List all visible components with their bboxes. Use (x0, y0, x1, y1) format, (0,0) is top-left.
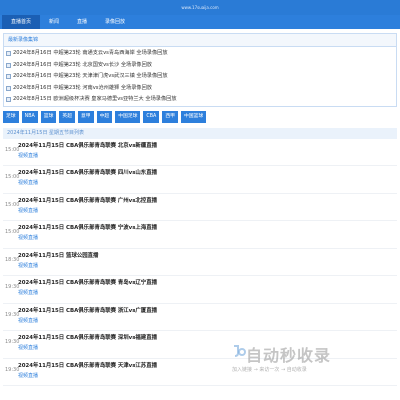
video-icon (6, 85, 11, 91)
list-item[interactable]: 2024年8月16日 中超第23轮 南通支云vs青岛西海岸 全场录像回放 (6, 48, 396, 60)
tag-serie-a[interactable]: 意甲 (78, 111, 94, 123)
table-row: 15:00 2024年11月15日 CBA俱乐部青岛联赛 宁波vs上海直播 视频… (3, 221, 397, 249)
recent-replays-title: 最新录像集锦 (4, 34, 396, 47)
video-live-link[interactable]: 视频直播 (18, 152, 38, 159)
table-row: 19:30 2024年11月15日 CBA俱乐部青岛联赛 天津vs江苏直播 视频… (3, 359, 397, 386)
match-title[interactable]: 2024年11月15日 CBA俱乐部青岛联赛 深圳vs福建直播 (18, 333, 157, 341)
schedule-list: 15:00 2024年11月15日 CBA俱乐部青岛联赛 北京vs新疆直播 视频… (3, 139, 397, 386)
video-icon (6, 62, 11, 68)
match-title[interactable]: 2024年11月15日 CBA俱乐部青岛联赛 宁波vs上海直播 (18, 223, 157, 231)
tag-football[interactable]: 足球 (3, 111, 19, 123)
tag-china-football[interactable]: 中国足球 (115, 111, 141, 123)
match-title[interactable]: 2024年11月15日 CBA俱乐部青岛联赛 四川vs山东直播 (18, 168, 157, 176)
tag-basketball[interactable]: 篮球 (40, 111, 57, 123)
match-title[interactable]: 2024年11月15日 CBA俱乐部青岛联赛 广州vs北控直播 (18, 196, 157, 204)
video-icon (6, 51, 11, 57)
tag-csl[interactable]: 中超 (96, 111, 113, 123)
tab-live[interactable]: 直播 (68, 15, 96, 29)
recent-replays-list: 2024年8月16日 中超第23轮 南通支云vs青岛西海岸 全场录像回放 202… (4, 47, 396, 106)
schedule-date-header: 2024年11月15日 星期五节目列表 (3, 127, 397, 139)
video-live-link[interactable]: 视频直播 (18, 344, 38, 351)
category-tags: 足球 NBA 篮球 英超 意甲 中超 中国足球 CBA 西甲 中国篮球 (0, 107, 400, 124)
table-row: 18:30 2024年11月15日 篮球公园直播 视频直播 (3, 249, 397, 276)
recent-replays-panel: 最新录像集锦 2024年8月16日 中超第23轮 南通支云vs青岛西海岸 全场录… (3, 33, 397, 107)
site-url: www.17suaija.com (181, 5, 219, 10)
tab-home[interactable]: 直播首页 (2, 15, 41, 29)
video-live-link[interactable]: 视频直播 (18, 179, 38, 186)
match-title[interactable]: 2024年11月15日 CBA俱乐部青岛联赛 青岛vs辽宁直播 (18, 278, 157, 286)
video-icon (6, 97, 11, 103)
table-row: 15:00 2024年11月15日 CBA俱乐部青岛联赛 北京vs新疆直播 视频… (3, 139, 397, 166)
table-row: 15:00 2024年11月15日 CBA俱乐部青岛联赛 广州vs北控直播 视频… (3, 194, 397, 221)
list-item[interactable]: 2024年8月16日 中超第23轮 北京国安vs长沙 全场录像回放 (6, 60, 396, 72)
match-title[interactable]: 2024年11月15日 篮球公园直播 (18, 251, 98, 259)
recent-item-label[interactable]: 2024年8月16日 中超第23轮 天津津门虎vs武汉三镇 全场录像回放 (13, 71, 168, 83)
tag-premier-league[interactable]: 英超 (59, 111, 75, 123)
video-live-link[interactable]: 视频直播 (18, 372, 38, 379)
main-nav: 直播首页 新闻 直播 录像回放 (0, 15, 400, 29)
video-live-link[interactable]: 视频直播 (18, 234, 38, 241)
recent-item-label[interactable]: 2024年8月16日 中超第23轮 河南vs沧州雄狮 全场录像回放 (13, 83, 152, 95)
list-item[interactable]: 2024年8月16日 中超第23轮 河南vs沧州雄狮 全场录像回放 (6, 83, 396, 95)
list-item[interactable]: 2024年8月16日 中超第23轮 天津津门虎vs武汉三镇 全场录像回放 (6, 71, 396, 83)
table-row: 15:00 2024年11月15日 CBA俱乐部青岛联赛 四川vs山东直播 视频… (3, 166, 397, 194)
tab-news[interactable]: 新闻 (40, 15, 68, 29)
table-row: 19:30 2024年11月15日 CBA俱乐部青岛联赛 青岛vs辽宁直播 视频… (3, 276, 397, 304)
table-row: 19:30 2024年11月15日 CBA俱乐部青岛联赛 深圳vs福建直播 视频… (3, 331, 397, 359)
recent-item-label[interactable]: 2024年8月15日 欧洲超级杯决赛 皇家马德里vs亚特兰大 全场录像回放 (13, 94, 177, 106)
site-url-bar: www.17suaija.com (0, 0, 400, 15)
video-live-link[interactable]: 视频直播 (18, 289, 38, 296)
tag-la-liga[interactable]: 西甲 (162, 111, 178, 123)
tab-replay[interactable]: 录像回放 (96, 15, 134, 29)
recent-item-label[interactable]: 2024年8月16日 中超第23轮 南通支云vs青岛西海岸 全场录像回放 (13, 48, 168, 60)
table-row: 19:30 2024年11月15日 CBA俱乐部青岛联赛 浙江vs广厦直播 视频… (3, 304, 397, 331)
match-title[interactable]: 2024年11月15日 CBA俱乐部青岛联赛 天津vs江苏直播 (18, 361, 157, 369)
video-live-link[interactable]: 视频直播 (18, 207, 38, 214)
video-icon (6, 74, 11, 80)
video-live-link[interactable]: 视频直播 (18, 262, 38, 269)
tag-cba[interactable]: CBA (143, 111, 160, 123)
tag-china-basketball[interactable]: 中国篮球 (180, 111, 207, 123)
list-item[interactable]: 2024年8月15日 欧洲超级杯决赛 皇家马德里vs亚特兰大 全场录像回放 (6, 94, 396, 106)
video-live-link[interactable]: 视频直播 (18, 317, 38, 324)
match-title[interactable]: 2024年11月15日 CBA俱乐部青岛联赛 北京vs新疆直播 (18, 141, 157, 149)
recent-item-label[interactable]: 2024年8月16日 中超第23轮 北京国安vs长沙 全场录像回放 (13, 60, 152, 72)
match-title[interactable]: 2024年11月15日 CBA俱乐部青岛联赛 浙江vs广厦直播 (18, 306, 157, 314)
tag-nba[interactable]: NBA (21, 111, 38, 123)
